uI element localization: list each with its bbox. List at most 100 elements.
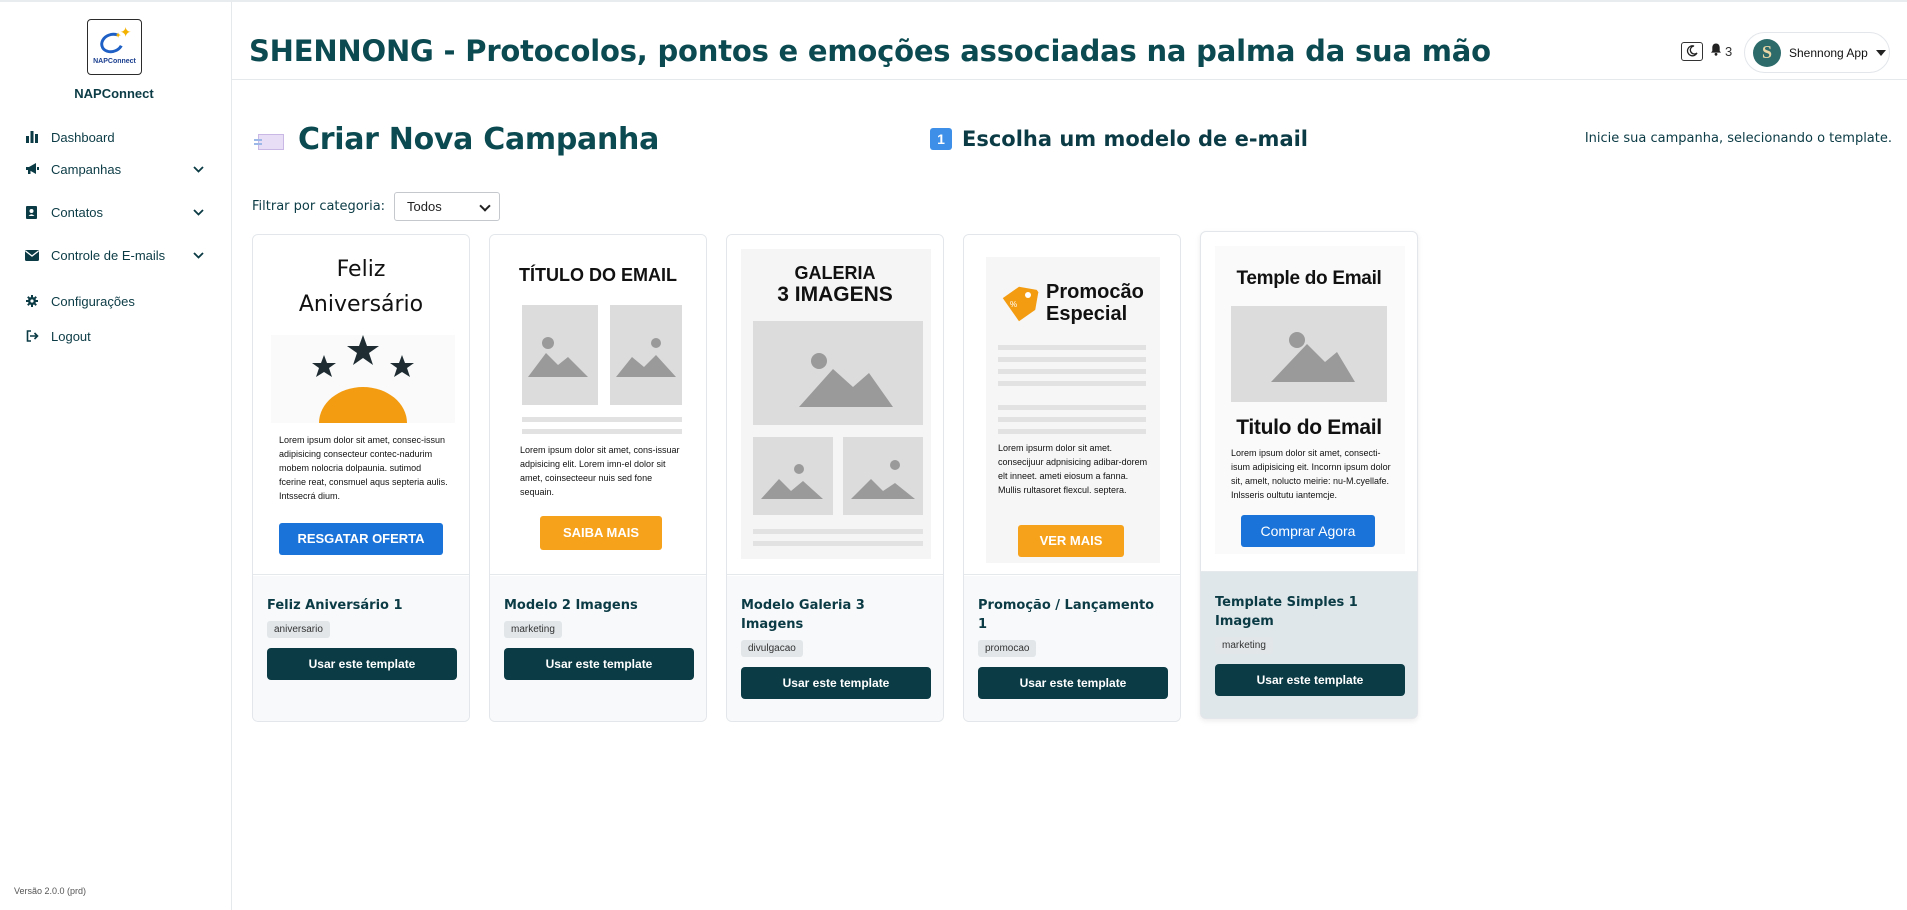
filter-label: Filtrar por categoria: <box>252 199 386 214</box>
text-line-placeholder <box>998 417 1146 422</box>
theme-toggle-button[interactable] <box>1681 42 1703 61</box>
image-placeholder-icon <box>1231 306 1387 402</box>
sidebar-item-label: Contatos <box>51 204 104 220</box>
preview-title-line: Promocão <box>1046 281 1144 303</box>
notifications-button[interactable]: 3 <box>1710 43 1732 59</box>
sidebar-item-configuracoes[interactable]: Configurações <box>24 290 204 312</box>
image-placeholder-icon <box>753 321 923 425</box>
use-template-button[interactable]: Usar este template <box>504 648 694 680</box>
template-preview[interactable]: Feliz Aniversário Lorem ipsum dolor sit … <box>253 235 469 575</box>
sidebar-item-label: Logout <box>51 328 91 344</box>
template-info: Modelo 2 Imagens marketing Usar este tem… <box>490 576 706 721</box>
text-line-placeholder <box>998 381 1146 386</box>
topbar: SHENNONG - Protocolos, pontos e emoções … <box>232 0 1907 80</box>
text-line-placeholder <box>998 429 1146 434</box>
preview-body: Lorem ipsurm dolor sit amet. consecijuur… <box>998 443 1148 495</box>
gear-icon <box>24 294 40 308</box>
preview-cta-button: VER MAIS <box>1018 525 1124 557</box>
step-number-badge: 1 <box>930 128 952 150</box>
preview-title: Promocão Especial <box>1046 281 1144 325</box>
template-preview[interactable]: TÍTULO DO EMAIL Lorem ipsum dolor sit am… <box>490 235 706 575</box>
chevron-down-icon <box>479 200 491 212</box>
template-card-simples-1-imagem[interactable]: Temple do Email Titulo do Email Lorem ip… <box>1200 231 1418 719</box>
preview-title: Aniversário <box>298 292 424 317</box>
template-category-tag: marketing <box>504 621 562 638</box>
chevron-down-icon[interactable] <box>192 249 204 261</box>
sidebar-item-campanhas[interactable]: Campanhas <box>24 158 204 180</box>
template-name: Promoção / Lançamento 1 <box>978 598 1155 632</box>
preview-cta-button: Comprar Agora <box>1241 515 1375 547</box>
chevron-down-icon[interactable] <box>192 163 204 175</box>
template-preview[interactable]: GALERIA 3 IMAGENS <box>727 235 943 575</box>
preview-title: GALERIA <box>794 263 876 283</box>
image-placeholder-icon <box>843 437 923 515</box>
preview-title: Feliz <box>336 257 386 282</box>
category-filter: Filtrar por categoria: Todos <box>252 192 501 221</box>
image-placeholder-icon <box>610 305 682 405</box>
template-card-promocao-lancamento[interactable]: % Promocão Especial Lorem ipsurm dolor s… <box>963 234 1181 722</box>
user-menu-button[interactable]: S Shennong App <box>1744 32 1890 73</box>
avatar: S <box>1753 38 1781 67</box>
preview-title-line: Especial <box>1046 303 1128 325</box>
bar-chart-icon <box>24 130 40 144</box>
envelope-icon <box>24 248 40 262</box>
use-template-button[interactable]: Usar este template <box>1215 664 1405 696</box>
sidebar-item-contatos[interactable]: Contatos <box>24 201 204 223</box>
app-version: Versão 2.0.0 (prd) <box>14 886 87 896</box>
template-info: Feliz Aniversário 1 aniversario Usar est… <box>253 576 469 721</box>
use-template-button[interactable]: Usar este template <box>978 667 1168 699</box>
template-preview[interactable]: Temple do Email Titulo do Email Lorem ip… <box>1201 232 1417 572</box>
step-title: Escolha um modelo de e-mail <box>962 127 1309 151</box>
text-line-placeholder <box>522 417 682 422</box>
moon-icon <box>1686 42 1698 61</box>
preview-title: TÍTULO DO EMAIL <box>519 265 677 285</box>
template-card-modelo-2-imagens[interactable]: TÍTULO DO EMAIL Lorem ipsum dolor sit am… <box>489 234 707 722</box>
text-line-placeholder <box>522 429 682 434</box>
category-select[interactable]: Todos <box>394 192 501 221</box>
sidebar-item-label: Configurações <box>51 293 135 309</box>
step-hint: Inicie sua campanha, selecionando o temp… <box>1584 131 1892 146</box>
use-template-button[interactable]: Usar este template <box>267 648 457 680</box>
preview-body: Lorem ipsum dolor sit amet, consec-issun… <box>279 435 448 501</box>
text-line-placeholder <box>753 529 923 534</box>
sidebar-item-controle-emails[interactable]: Controle de E-mails <box>24 244 204 266</box>
template-category-tag: divulgacao <box>741 640 803 657</box>
template-category-tag: aniversario <box>267 621 330 638</box>
create-campaign-heading: Criar Nova Campanha <box>254 122 660 157</box>
use-template-button[interactable]: Usar este template <box>741 667 931 699</box>
megaphone-icon <box>24 162 40 176</box>
image-placeholder-icon <box>753 437 833 515</box>
step-heading: 1 Escolha um modelo de e-mail <box>930 127 1308 151</box>
app-logo[interactable]: ✦ ✦ NAPConnect <box>87 19 142 75</box>
image-placeholder-icon <box>522 305 598 405</box>
template-card-galeria-3-imagens[interactable]: GALERIA 3 IMAGENS Modelo Galeria 3 Image… <box>726 234 944 722</box>
bell-icon <box>1710 43 1722 59</box>
page-title: SHENNONG - Protocolos, pontos e emoções … <box>249 34 1491 68</box>
preview-body: Lorem ipsum dolor sit amet, cons-issuar … <box>520 445 680 497</box>
text-line-placeholder <box>753 541 923 546</box>
preview-subtitle: Titulo do Email <box>1236 416 1382 439</box>
template-preview[interactable]: % Promocão Especial Lorem ipsurm dolor s… <box>964 235 1180 575</box>
template-name: Template Simples 1 Imagem <box>1215 595 1358 629</box>
template-category-tag: promocao <box>978 640 1037 657</box>
chevron-down-icon[interactable] <box>192 206 204 218</box>
category-select-value: Todos <box>407 199 442 214</box>
template-card-feliz-aniversario[interactable]: Feliz Aniversário Lorem ipsum dolor sit … <box>252 234 470 722</box>
sidebar-item-label: Campanhas <box>51 161 122 177</box>
sidebar-item-dashboard[interactable]: Dashboard <box>24 126 204 148</box>
logo-text: NAPConnect <box>93 57 136 65</box>
logout-icon <box>24 329 40 343</box>
template-name: Modelo 2 Imagens <box>504 598 638 613</box>
caret-down-icon <box>1875 49 1886 56</box>
sidebar-item-label: Dashboard <box>51 129 115 145</box>
preview-cta-button: RESGATAR OFERTA <box>279 523 443 555</box>
brand-name: NAPConnect <box>74 86 154 101</box>
birthday-illustration <box>271 335 455 423</box>
template-category-tag: marketing <box>1215 637 1273 654</box>
template-name: Modelo Galeria 3 Imagens <box>741 598 865 632</box>
notification-count: 3 <box>1725 43 1733 59</box>
price-tag-icon: % <box>998 283 1040 329</box>
create-campaign-title: Criar Nova Campanha <box>298 122 660 157</box>
sidebar-item-logout[interactable]: Logout <box>24 325 204 347</box>
preview-title: 3 IMAGENS <box>777 283 893 306</box>
